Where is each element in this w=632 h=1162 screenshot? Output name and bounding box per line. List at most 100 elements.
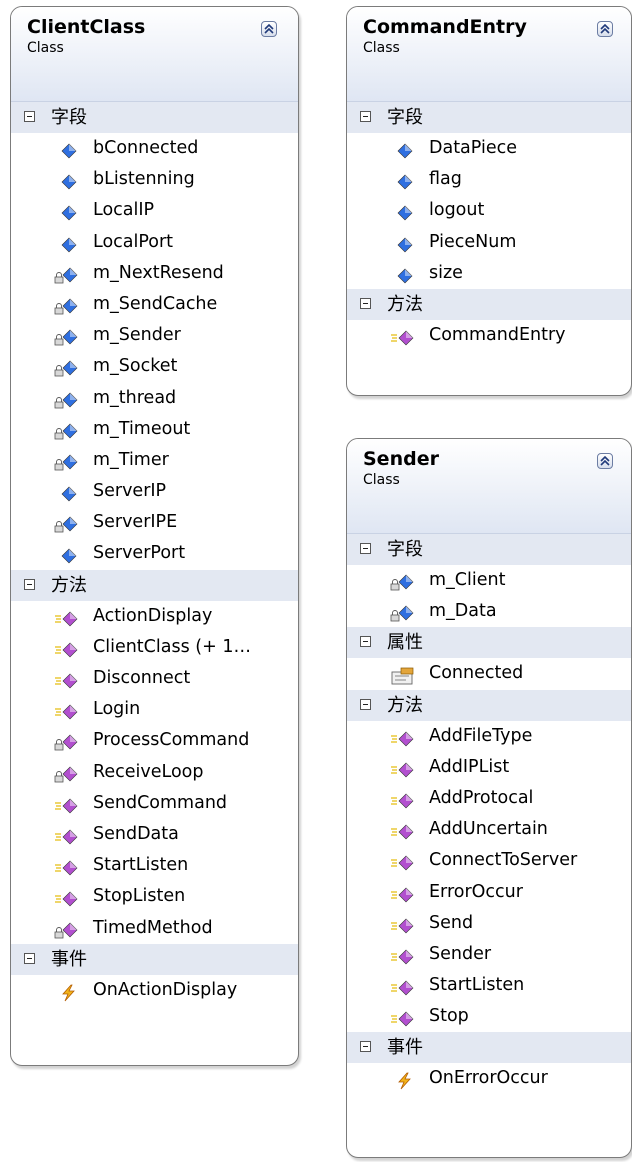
member-item[interactable]: DataPiece	[347, 133, 631, 164]
member-name: SendData	[93, 823, 179, 844]
member-item[interactable]: Stop	[347, 1001, 631, 1032]
member-item[interactable]: ServerPort	[11, 538, 298, 569]
class-header: CommandEntry Class	[347, 7, 631, 102]
member-name: bConnected	[93, 138, 199, 158]
member-item[interactable]: ConnectToServer	[347, 845, 631, 876]
member-item[interactable]: Sender	[347, 939, 631, 970]
private-method-icon	[54, 732, 80, 751]
class-shape-clientclass[interactable]: ClientClass Class 字段 bConnected bListennin…	[10, 6, 299, 1066]
collapse-toggle-icon[interactable]	[24, 578, 35, 590]
member-name: Stop	[429, 1006, 469, 1027]
member-item[interactable]: Login	[11, 694, 298, 725]
member-item[interactable]: OnErrorOccur	[347, 1063, 631, 1094]
member-item[interactable]: PieceNum	[347, 227, 631, 258]
member-item[interactable]: m_Data	[347, 596, 631, 627]
member-item[interactable]: CommandEntry	[347, 320, 631, 351]
member-item[interactable]: StartListen	[11, 850, 298, 881]
member-item[interactable]: m_Timeout	[11, 414, 298, 445]
collapse-toggle-icon[interactable]	[360, 636, 371, 648]
collapse-toggle-icon[interactable]	[360, 543, 371, 554]
member-name: Sender	[429, 943, 492, 964]
member-item[interactable]: AddIPList	[347, 752, 631, 783]
member-name: ServerPort	[93, 543, 186, 564]
member-item[interactable]: LocalIP	[11, 195, 298, 226]
collapse-button[interactable]	[597, 453, 613, 469]
collapse-toggle-icon[interactable]	[24, 111, 35, 122]
section-methods[interactable]: 方法	[347, 689, 631, 721]
field-icon	[394, 140, 416, 159]
member-item[interactable]: m_Sender	[11, 320, 298, 351]
section-fields[interactable]: 字段	[347, 534, 631, 565]
collapse-toggle-icon[interactable]	[360, 698, 371, 710]
member-item[interactable]: bConnected	[11, 133, 298, 164]
member-item[interactable]: AddFileType	[347, 721, 631, 752]
class-kind: Class	[363, 472, 400, 488]
member-item[interactable]: Send	[347, 908, 631, 939]
method-icon	[54, 795, 80, 814]
member-item[interactable]: ServerIP	[11, 476, 298, 507]
collapse-toggle-icon[interactable]	[360, 297, 371, 309]
section-title: 事件	[387, 1037, 423, 1059]
member-item[interactable]: ErrorOccur	[347, 877, 631, 908]
member-item[interactable]: bListenning	[11, 164, 298, 195]
member-item[interactable]: m_Client	[347, 565, 631, 596]
member-item[interactable]: m_Timer	[11, 445, 298, 476]
member-item[interactable]: SendCommand	[11, 788, 298, 819]
member-item[interactable]: Connected	[347, 658, 631, 689]
member-name: ReceiveLoop	[93, 761, 204, 782]
section-fields[interactable]: 字段	[347, 102, 631, 133]
private-field-icon	[54, 390, 80, 408]
section-title: 事件	[51, 948, 87, 970]
collapse-toggle-icon[interactable]	[360, 111, 371, 122]
member-name: ClientClass (+ 1…	[93, 636, 251, 657]
section-events[interactable]: 事件	[347, 1032, 631, 1064]
member-item[interactable]: ProcessCommand	[11, 725, 298, 756]
member-item[interactable]: StopListen	[11, 881, 298, 912]
member-item[interactable]: LocalPort	[11, 227, 298, 258]
member-item[interactable]: TimedMethod	[11, 913, 298, 944]
member-item[interactable]: StartListen	[347, 970, 631, 1001]
class-shape-commandentry[interactable]: CommandEntry Class 字段 DataPiece flag logout…	[346, 6, 632, 396]
section-title: 属性	[387, 632, 423, 654]
member-item[interactable]: AddUncertain	[347, 814, 631, 845]
member-item[interactable]: Disconnect	[11, 663, 298, 694]
member-item[interactable]: ReceiveLoop	[11, 757, 298, 788]
member-item[interactable]: size	[347, 258, 631, 289]
member-name: ProcessCommand	[93, 730, 250, 751]
method-icon	[54, 639, 80, 658]
section-methods[interactable]: 方法	[347, 288, 631, 320]
member-name: Connected	[429, 663, 524, 684]
member-item[interactable]: AddProtocal	[347, 783, 631, 814]
field-icon	[394, 171, 416, 190]
member-item[interactable]: m_thread	[11, 383, 298, 414]
collapse-toggle-icon[interactable]	[24, 952, 35, 964]
section-title: 字段	[387, 539, 423, 560]
class-shape-sender[interactable]: Sender Class 字段 m_Client m_Data 属性 Connected…	[346, 438, 632, 1158]
section-properties[interactable]: 属性	[347, 627, 631, 659]
member-item[interactable]: m_SendCache	[11, 289, 298, 320]
member-item[interactable]: ServerIPE	[11, 507, 298, 538]
section-title: 字段	[51, 107, 87, 128]
member-item[interactable]: m_Socket	[11, 351, 298, 382]
member-item[interactable]: ClientClass (+ 1…	[11, 632, 298, 663]
member-name: AddIPList	[429, 756, 510, 777]
collapse-toggle-icon[interactable]	[360, 1041, 371, 1053]
member-name: Send	[429, 912, 474, 933]
private-field-icon	[390, 603, 416, 622]
member-item[interactable]: OnActionDisplay	[11, 975, 298, 1006]
field-icon	[394, 265, 416, 284]
section-methods[interactable]: 方法	[11, 569, 298, 601]
member-item[interactable]: ActionDisplay	[11, 601, 298, 632]
private-field-icon	[390, 572, 416, 591]
member-name: size	[429, 262, 463, 283]
member-item[interactable]: SendData	[11, 819, 298, 850]
section-events[interactable]: 事件	[11, 943, 298, 975]
section-fields[interactable]: 字段	[11, 102, 298, 133]
member-item[interactable]: logout	[347, 195, 631, 226]
member-item[interactable]: m_NextResend	[11, 258, 298, 289]
private-field-icon	[54, 514, 80, 533]
field-icon	[58, 171, 80, 190]
collapse-button[interactable]	[597, 21, 613, 37]
member-item[interactable]: flag	[347, 164, 631, 195]
collapse-button[interactable]	[261, 21, 277, 37]
